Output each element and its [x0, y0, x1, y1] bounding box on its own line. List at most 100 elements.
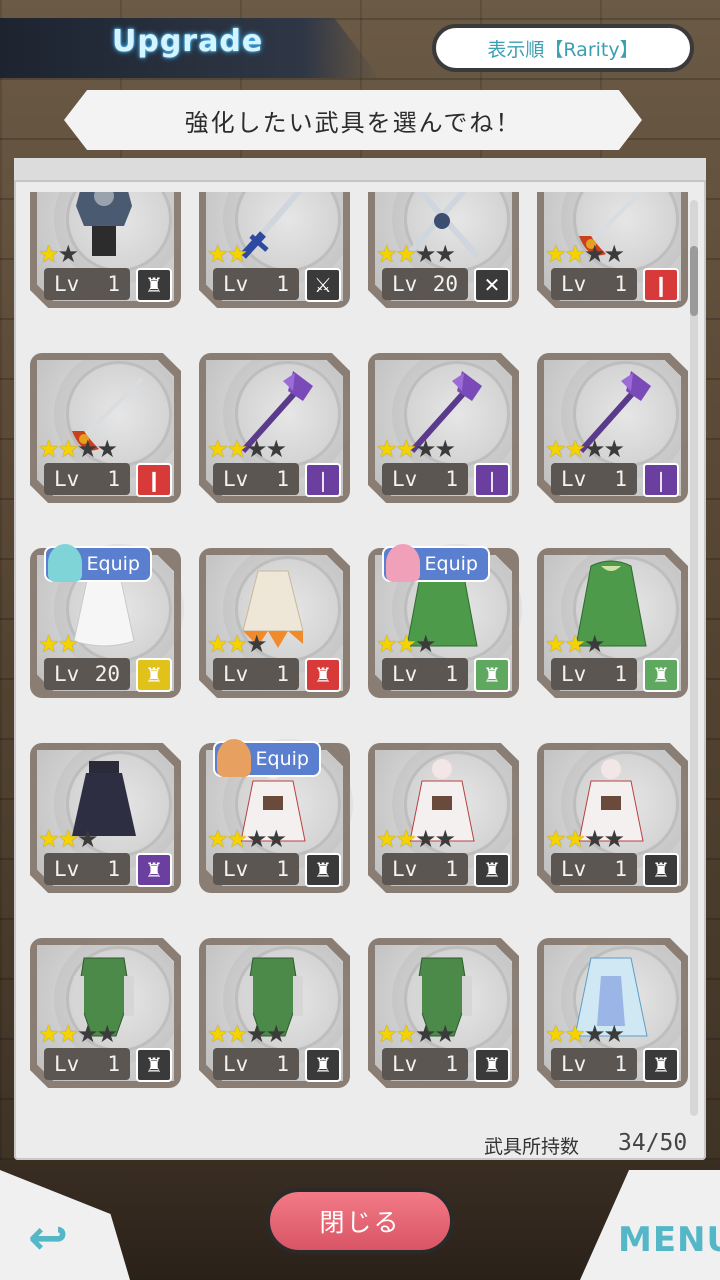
star-empty-icon: ★ — [415, 435, 436, 463]
level-box: Lv 1 — [551, 658, 637, 690]
equipment-card[interactable]: ★★★★ Lv 1 ♜ — [368, 938, 519, 1088]
close-button[interactable]: 閉じる — [266, 1188, 454, 1254]
level-box: Lv 1 — [213, 268, 299, 300]
equipment-grid: ★★ Lv 1 ♜ ★★ Lv 1 ⚔ ★★★★ Lv 20 ✕ ★★★★ Lv 1 ❙ ★★★★ Lv 1 ❙ ★★★… — [30, 192, 688, 1088]
equipment-card[interactable]: ★★★★ Lv 1 ❙ — [30, 353, 181, 503]
level-box: Lv 20 — [382, 268, 468, 300]
star-filled-icon: ★ — [226, 435, 248, 463]
equip-badge: Equip — [213, 739, 321, 777]
rarity-stars: ★★★ — [38, 825, 98, 853]
equipment-panel: ★★ Lv 1 ♜ ★★ Lv 1 ⚔ ★★★★ Lv 20 ✕ ★★★★ Lv 1 ❙ ★★★★ Lv 1 ❙ ★★★… — [14, 158, 706, 1160]
inventory-count-value: 34/50 — [618, 1130, 688, 1156]
equipment-card[interactable]: ★★★★ Lv 1 ♜ — [368, 743, 519, 893]
level-box: Lv 1 — [382, 463, 468, 495]
level-box: Lv 1 — [44, 1048, 130, 1080]
armor-type-icon: ♜ — [136, 268, 172, 302]
star-filled-icon: ★ — [207, 240, 228, 268]
level-value: 1 — [614, 662, 627, 686]
lisbeth-avatar — [386, 544, 420, 582]
star-filled-icon: ★ — [395, 435, 417, 463]
level-label: Lv — [561, 1052, 587, 1076]
star-empty-icon: ★ — [246, 825, 267, 853]
equipment-card[interactable]: ★★★ Lv 1 ♜ — [537, 548, 688, 698]
level-label: Lv — [223, 857, 249, 881]
star-empty-icon: ★ — [434, 1020, 456, 1048]
armor-type-icon: ♜ — [305, 658, 341, 692]
equipment-card[interactable]: ★★ Lv 20 ♜ Equip — [30, 544, 181, 698]
rarity-stars: ★★★★ — [207, 825, 287, 853]
level-label: Lv — [223, 272, 249, 296]
scroll-thumb[interactable] — [690, 246, 698, 316]
equipment-card[interactable]: ★★★★ Lv 1 ❘ — [537, 353, 688, 503]
star-empty-icon: ★ — [77, 435, 98, 463]
equipment-card[interactable]: ★★★★ Lv 1 ❙ — [537, 192, 688, 308]
equipment-card[interactable]: ★★★★ Lv 1 ♜ — [537, 938, 688, 1088]
equipment-card[interactable]: ★★★★ Lv 1 ❘ — [368, 353, 519, 503]
star-empty-icon: ★ — [584, 435, 605, 463]
star-empty-icon: ★ — [415, 630, 436, 658]
star-filled-icon: ★ — [376, 435, 397, 463]
equipment-card[interactable]: ★★★★ Lv 1 ♜ — [199, 938, 350, 1088]
level-label: Lv — [561, 272, 587, 296]
level-value: 1 — [276, 662, 289, 686]
equipment-card[interactable]: ★★ Lv 1 ♜ — [30, 192, 181, 308]
level-box: Lv 1 — [551, 1048, 637, 1080]
equipment-card[interactable]: ★★★ Lv 1 ♜ Equip — [368, 544, 519, 698]
menu-button[interactable]: MENU — [618, 1220, 720, 1260]
equipment-card[interactable]: ★★★★ Lv 20 ✕ — [368, 192, 519, 308]
star-empty-icon: ★ — [265, 435, 287, 463]
star-filled-icon: ★ — [376, 1020, 397, 1048]
star-filled-icon: ★ — [564, 240, 586, 268]
equipment-card[interactable]: ★★★★ Lv 1 ♜ — [30, 938, 181, 1088]
star-filled-icon: ★ — [395, 1020, 417, 1048]
star-filled-icon: ★ — [38, 630, 59, 658]
rarity-stars: ★★ — [38, 630, 79, 658]
armor-type-icon: ♜ — [474, 658, 510, 692]
rarity-stars: ★★★ — [545, 630, 605, 658]
equipment-grid-viewport[interactable]: ★★ Lv 1 ♜ ★★ Lv 1 ⚔ ★★★★ Lv 20 ✕ ★★★★ Lv 1 ❙ ★★★★ Lv 1 ❙ ★★★… — [14, 192, 706, 1128]
level-label: Lv — [561, 467, 587, 491]
level-value: 1 — [107, 1052, 120, 1076]
sinon-avatar — [48, 544, 82, 582]
instruction-banner: 強化したい武具を選んでね！ — [64, 90, 642, 150]
asuna-avatar — [217, 739, 251, 777]
level-value: 1 — [614, 467, 627, 491]
star-filled-icon: ★ — [57, 825, 79, 853]
star-empty-icon: ★ — [415, 240, 436, 268]
equipment-card[interactable]: ★★★ Lv 1 ♜ — [199, 548, 350, 698]
armor-type-icon: ♜ — [305, 853, 341, 887]
star-filled-icon: ★ — [38, 435, 59, 463]
star-empty-icon: ★ — [584, 630, 605, 658]
star-filled-icon: ★ — [545, 1020, 566, 1048]
star-filled-icon: ★ — [207, 1020, 228, 1048]
rarity-stars: ★★★★ — [376, 1020, 456, 1048]
back-arrow-icon[interactable]: ↩ — [28, 1210, 68, 1266]
star-empty-icon: ★ — [434, 240, 456, 268]
star-filled-icon: ★ — [57, 435, 79, 463]
level-value: 20 — [432, 272, 458, 296]
rarity-stars: ★★ — [38, 242, 79, 266]
sort-order-button[interactable]: 表示順【Rarity】 — [432, 24, 694, 72]
dual-type-icon: ✕ — [474, 268, 510, 302]
level-label: Lv — [392, 662, 418, 686]
equipment-card[interactable]: ★★★★ Lv 1 ❘ — [199, 353, 350, 503]
star-empty-icon: ★ — [415, 1020, 436, 1048]
star-empty-icon: ★ — [77, 825, 98, 853]
level-box: Lv 1 — [44, 268, 130, 300]
armor-type-icon: ♜ — [136, 1048, 172, 1082]
rarity-stars: ★★★★ — [376, 240, 456, 268]
level-label: Lv — [223, 662, 249, 686]
star-empty-icon: ★ — [584, 1020, 605, 1048]
star-empty-icon: ★ — [96, 435, 118, 463]
equipment-card[interactable]: ★★★★ Lv 1 ♜ — [537, 743, 688, 893]
equipment-card[interactable]: ★★★★ Lv 1 ♜ Equip — [199, 739, 350, 893]
equipment-card[interactable]: ★★ Lv 1 ⚔ — [199, 192, 350, 308]
level-label: Lv — [54, 467, 80, 491]
equip-badge: Equip — [44, 544, 152, 582]
rarity-stars: ★★★ — [207, 630, 267, 658]
equipment-card[interactable]: ★★★ Lv 1 ♜ — [30, 743, 181, 893]
rarity-stars: ★★★★ — [545, 240, 625, 268]
scrollbar[interactable] — [690, 200, 698, 1116]
star-empty-icon: ★ — [246, 630, 267, 658]
level-value: 20 — [94, 662, 120, 686]
